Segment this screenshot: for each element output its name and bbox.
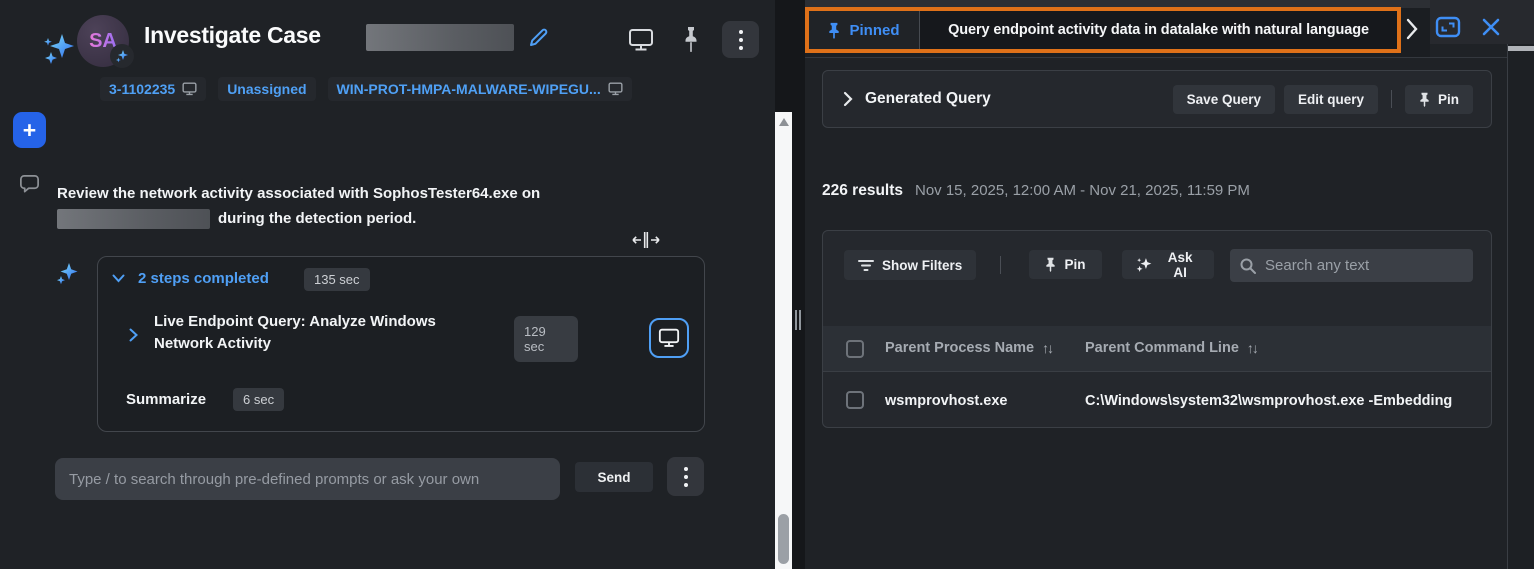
app-root: SA Investigate Case <box>0 0 1534 569</box>
user-message: Review the network activity associated w… <box>57 183 617 229</box>
results-summary: 226 results Nov 15, 2025, 12:00 AM - Nov… <box>822 182 1250 200</box>
button-divider <box>1391 90 1392 108</box>
results-count: 226 results <box>822 182 903 200</box>
page-title: Investigate Case <box>144 22 321 49</box>
close-panel-icon[interactable] <box>1481 17 1501 37</box>
device-label: WIN-PROT-HMPA-MALWARE-WIPEGU... <box>337 81 601 97</box>
steps-card: 2 steps completed 135 sec Live Endpoint … <box>97 256 705 432</box>
edit-query-button[interactable]: Edit query <box>1284 85 1378 114</box>
step2-time-badge: 6 sec <box>233 388 284 411</box>
results-date-range: Nov 15, 2025, 12:00 AM - Nov 21, 2025, 1… <box>915 182 1250 199</box>
search-box <box>1230 249 1473 282</box>
sparkles-icon <box>1136 256 1152 273</box>
pin-icon <box>828 22 840 39</box>
sort-icon[interactable]: ↑↓ <box>1247 340 1257 356</box>
monitor-icon[interactable] <box>628 28 654 52</box>
column-header-parent-command-line[interactable]: Parent Command Line ↑↓ <box>1085 340 1257 356</box>
pinned-label: Pinned <box>849 22 899 39</box>
avatar-sparkle-badge <box>110 44 134 68</box>
pinned-toggle[interactable]: Pinned <box>809 11 919 49</box>
tab-title[interactable]: Query endpoint activity data in datalake… <box>920 11 1397 49</box>
step1-time-badge: 129 sec <box>514 316 578 362</box>
message-line1: Review the network activity associated w… <box>57 183 617 204</box>
steps-summary-label[interactable]: 2 steps completed <box>138 270 269 287</box>
assignee-chip[interactable]: Unassigned <box>218 77 315 101</box>
topbar-divider <box>805 57 1508 58</box>
pin-icon[interactable] <box>683 26 699 53</box>
table-row[interactable]: wsmprovhost.exe C:\Windows\system32\wsmp… <box>823 372 1491 428</box>
pin-icon <box>1045 257 1056 272</box>
redacted-case-name <box>366 24 514 51</box>
show-filters-label: Show Filters <box>882 258 962 273</box>
monitor-icon <box>182 82 197 96</box>
edit-title-pencil-icon[interactable] <box>527 27 549 49</box>
query-results-panel: Pinned Query endpoint activity data in d… <box>805 0 1534 569</box>
assistant-sparkles-icon <box>42 30 76 68</box>
step2-title: Summarize <box>126 391 206 408</box>
show-filters-button[interactable]: Show Filters <box>844 250 976 280</box>
message-line2: during the detection period. <box>218 208 416 229</box>
row-checkbox[interactable] <box>846 391 864 409</box>
step1-title[interactable]: Live Endpoint Query: Analyze Windows Net… <box>154 311 459 355</box>
search-input[interactable] <box>1265 257 1463 274</box>
right-scrollbar-thumb[interactable] <box>1508 46 1534 51</box>
device-chip[interactable]: WIN-PROT-HMPA-MALWARE-WIPEGU... <box>328 77 632 101</box>
next-tab-chevron-icon[interactable] <box>1405 17 1419 41</box>
investigate-case-panel: SA Investigate Case <box>0 0 775 569</box>
save-query-button[interactable]: Save Query <box>1173 85 1275 114</box>
chevron-right-icon[interactable] <box>843 91 853 107</box>
monitor-icon <box>608 82 623 96</box>
left-panel-scrollbar[interactable] <box>775 112 792 569</box>
chat-bubble-icon[interactable] <box>18 172 41 195</box>
pin-results-button[interactable]: Pin <box>1029 250 1102 279</box>
assignee-label: Unassigned <box>227 81 306 97</box>
ask-ai-button[interactable]: Ask AI <box>1122 250 1214 279</box>
chevron-right-icon[interactable] <box>129 328 138 342</box>
select-all-checkbox[interactable] <box>846 340 864 358</box>
column-header-parent-process-name[interactable]: Parent Process Name ↑↓ <box>885 340 1052 356</box>
header-kebab-menu-button[interactable] <box>722 21 759 58</box>
panel-resize-handle[interactable] <box>795 310 801 330</box>
pin-label: Pin <box>1064 257 1085 272</box>
generated-query-card: Generated Query Save Query Edit query Pi… <box>822 70 1492 128</box>
expand-panel-icon[interactable] <box>1435 16 1461 38</box>
case-chips-row: 3-1102235 Unassigned WIN-PROT-HMPA-MALWA… <box>100 77 632 101</box>
table-toolbar: Show Filters Pin Ask AI <box>823 231 1491 301</box>
highlighted-pinned-tab: Pinned Query endpoint activity data in d… <box>805 7 1401 53</box>
assistant-sparkles-icon <box>55 260 79 287</box>
scrollbar-up-arrow[interactable] <box>779 118 789 126</box>
case-id-chip[interactable]: 3-1102235 <box>100 77 206 101</box>
redacted-device-name <box>57 209 210 229</box>
sort-icon[interactable]: ↑↓ <box>1042 340 1052 356</box>
prompt-input[interactable] <box>55 458 560 500</box>
open-live-query-monitor-button[interactable] <box>649 318 689 358</box>
results-table-card: Show Filters Pin Ask AI <box>822 230 1492 428</box>
cell-parent-command-line: C:\Windows\system32\wsmprovhost.exe -Emb… <box>1085 393 1452 409</box>
search-icon <box>1240 258 1256 274</box>
monitor-icon <box>658 328 680 348</box>
add-button[interactable]: + <box>13 112 46 148</box>
right-gutter <box>1508 44 1534 569</box>
pin-label: Pin <box>1438 92 1459 107</box>
pin-query-button[interactable]: Pin <box>1405 85 1473 114</box>
send-button[interactable]: Send <box>575 462 653 492</box>
col-resize-cursor-icon <box>630 231 662 249</box>
prompt-kebab-menu-button[interactable] <box>667 457 704 496</box>
filter-icon <box>858 259 874 272</box>
scrollbar-thumb[interactable] <box>778 514 789 564</box>
total-time-badge: 135 sec <box>304 268 370 291</box>
pin-icon <box>1419 92 1430 107</box>
generated-query-title: Generated Query <box>865 90 991 108</box>
ask-ai-label: Ask AI <box>1160 250 1200 280</box>
table-header-row: Parent Process Name ↑↓ Parent Command Li… <box>823 326 1491 372</box>
chevron-down-icon[interactable] <box>112 274 125 283</box>
case-id-label: 3-1102235 <box>109 81 175 97</box>
toolbar-divider <box>1000 256 1001 274</box>
cell-parent-process-name: wsmprovhost.exe <box>885 393 1008 409</box>
